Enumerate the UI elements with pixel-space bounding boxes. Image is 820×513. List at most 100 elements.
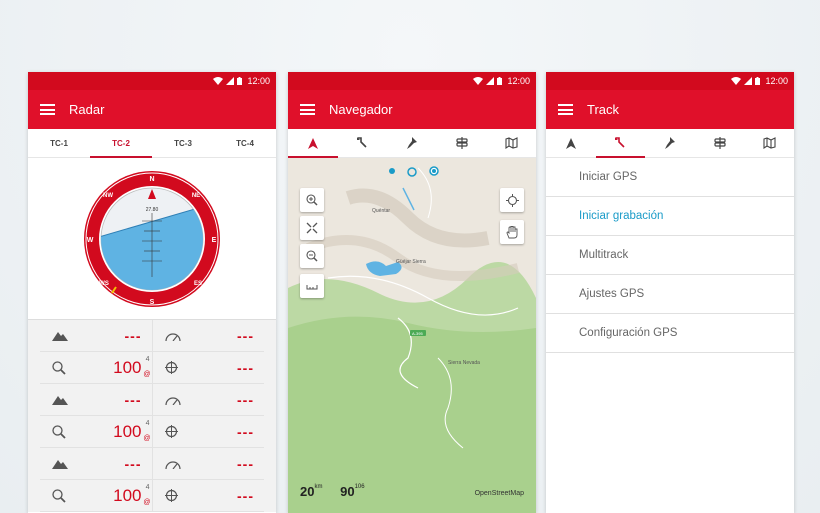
pan-button[interactable] [500, 220, 524, 244]
tab-signpost[interactable] [437, 129, 487, 157]
tab-map[interactable] [744, 129, 794, 157]
signpost-icon [713, 137, 726, 149]
app-toolbar: Navegador [288, 90, 536, 129]
altitude-value: --- [124, 327, 142, 344]
page-title: Navegador [329, 102, 393, 117]
tab-tc3[interactable]: TC-3 [152, 129, 214, 157]
page-title: Track [587, 102, 620, 117]
tab-route[interactable] [338, 129, 388, 157]
mountain-icon [52, 331, 68, 341]
tab-waypoint[interactable] [387, 129, 437, 157]
compass-value: 27.80 [146, 207, 159, 213]
track-screen: 12:00 Track Iniciar GPS Iniciar grabació… [546, 72, 794, 513]
zoom-in-button[interactable] [300, 188, 324, 212]
zoom-out-button[interactable] [300, 244, 324, 268]
tab-route[interactable] [595, 129, 646, 158]
map-view[interactable]: Quéntar Güéjar Sierra Sierra Nevada A-39… [288, 158, 536, 513]
scale-readout: 20km 90106 [300, 484, 365, 499]
tab-tc1[interactable]: TC-1 [28, 129, 90, 157]
menu-icon[interactable] [40, 104, 55, 115]
compass-se: ES [194, 281, 202, 287]
collapse-arrows-icon [306, 222, 318, 234]
zoom-value: 100 4 @ [113, 419, 151, 442]
gauge-icon [164, 332, 181, 341]
menu-gps-settings[interactable]: Ajustes GPS [546, 275, 794, 314]
table-row: --- --- [40, 448, 264, 480]
map-icon [505, 137, 518, 149]
map-label: Quéntar [372, 208, 391, 214]
table-row: 100 4 @ --- [40, 416, 264, 448]
table-row: 100 4 @ --- [40, 352, 264, 384]
tab-tc4[interactable]: TC-4 [214, 129, 276, 157]
app-toolbar: Track [546, 90, 794, 129]
status-bar: 12:00 [546, 72, 794, 90]
signal-icon [486, 77, 495, 85]
compass-area: N S E W NW NE WS ES 27.80 [28, 158, 276, 320]
fit-button[interactable] [300, 216, 324, 240]
navigator-screen: 12:00 Navegador Quéntar Güéjar Sierra Si… [288, 72, 536, 513]
compass-sw: WS [99, 281, 109, 287]
zoom-in-icon [306, 194, 318, 206]
map-attribution[interactable]: OpenStreetMap [475, 490, 524, 497]
navigation-arrow-icon [307, 137, 318, 149]
compass-e: E [212, 237, 217, 244]
signal-icon [744, 77, 753, 85]
tab-signpost[interactable] [695, 129, 745, 157]
tab-navigation[interactable] [288, 129, 338, 158]
position-value: --- [237, 423, 254, 440]
map-label: Güéjar Sierra [396, 259, 426, 265]
track-tabs [546, 129, 794, 158]
menu-multitrack[interactable]: Multitrack [546, 236, 794, 275]
wifi-icon [731, 77, 742, 85]
status-time: 12:00 [765, 76, 788, 86]
measure-button[interactable] [300, 274, 324, 298]
menu-start-gps[interactable]: Iniciar GPS [546, 158, 794, 197]
position-value: --- [237, 359, 254, 376]
status-bar: 12:00 [288, 72, 536, 90]
gauge-icon [164, 460, 181, 469]
menu-gps-configuration[interactable]: Configuración GPS [546, 314, 794, 353]
menu-icon[interactable] [558, 104, 573, 115]
compass-w: W [87, 237, 94, 244]
wifi-icon [473, 77, 484, 85]
menu-icon[interactable] [300, 104, 315, 115]
compass-nw: NW [103, 193, 113, 199]
compass-ne: NE [192, 193, 200, 199]
compass-n: N [149, 176, 154, 183]
position-value: --- [237, 487, 254, 504]
crosshair-icon [164, 425, 178, 438]
speed-value: --- [237, 455, 254, 472]
status-time: 12:00 [247, 76, 270, 86]
route-icon [357, 137, 367, 148]
menu-start-recording[interactable]: Iniciar grabación [546, 197, 794, 236]
zoom-out-icon [306, 250, 318, 262]
tab-map[interactable] [486, 129, 536, 157]
track-menu: Iniciar GPS Iniciar grabación Multitrack… [546, 158, 794, 353]
pin-icon [407, 137, 418, 149]
ruler-icon [306, 285, 318, 290]
radar-screen: 12:00 Radar TC-1 TC-2 TC-3 TC-4 N S E W … [28, 72, 276, 513]
road-label: A-395 [412, 331, 423, 336]
tab-navigation[interactable] [546, 129, 596, 157]
hand-icon [506, 225, 518, 238]
tab-tc2[interactable]: TC-2 [90, 129, 152, 158]
map-icon [763, 137, 776, 149]
gps-target-icon [505, 193, 519, 207]
locate-button[interactable] [500, 188, 524, 212]
battery-icon [755, 77, 761, 85]
route-icon [615, 137, 625, 148]
table-row: --- --- [40, 384, 264, 416]
table-row: 100 4 @ --- [40, 480, 264, 512]
tab-waypoint[interactable] [645, 129, 695, 157]
crosshair-icon [164, 361, 178, 374]
pin-icon [665, 137, 676, 149]
status-bar: 12:00 [28, 72, 276, 90]
zoom-icon [52, 488, 66, 503]
mountain-icon [52, 395, 68, 405]
zoom-icon [52, 424, 66, 439]
speed-value: --- [237, 391, 254, 408]
gauge-icon [164, 396, 181, 405]
zoom-value: 100 4 @ [113, 483, 151, 506]
signpost-icon [455, 137, 468, 149]
wifi-icon [213, 77, 224, 85]
